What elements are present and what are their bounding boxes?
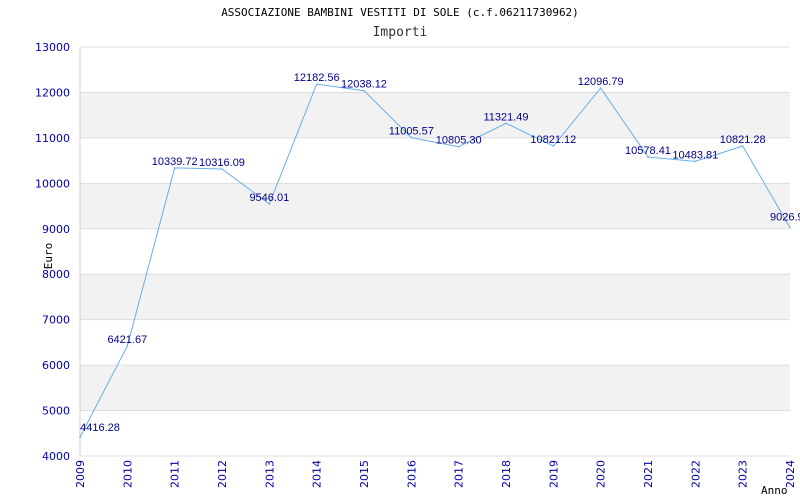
data-label: 9026.95: [770, 212, 800, 224]
data-label: 10578.41: [625, 145, 671, 157]
data-point: [789, 226, 791, 229]
grid-band: [80, 47, 790, 93]
y-tick-label: 6000: [42, 359, 70, 372]
x-tick-label: 2022: [689, 460, 702, 488]
data-label: 12182.56: [294, 72, 340, 84]
x-axis-ticks: 2009 2010 2011 2012 2013 2014 2015 2016 2017 2018…: [74, 460, 797, 488]
y-tick-label: 9000: [42, 223, 70, 236]
x-tick-label: 2021: [642, 460, 655, 488]
data-label: 11005.57: [389, 126, 434, 138]
grid-band: [80, 228, 790, 275]
grid-band: [80, 365, 790, 411]
y-tick-label: 7000: [42, 314, 70, 327]
x-tick-label: 2009: [74, 460, 87, 488]
data-label: 10483.81: [672, 149, 718, 161]
data-label: 9546.01: [249, 192, 289, 204]
x-tick-label: 2013: [263, 460, 276, 488]
x-tick-label: 2010: [121, 460, 134, 488]
x-tick-label: 2020: [595, 460, 608, 488]
x-tick-label: 2014: [311, 460, 324, 488]
data-label: 12096.79: [578, 76, 624, 88]
grid-band: [80, 92, 790, 138]
data-label: 6421.67: [107, 334, 147, 346]
data-label: 10339.72: [152, 156, 198, 168]
x-tick-label: 2012: [216, 460, 229, 488]
data-label: 10821.12: [530, 134, 576, 146]
data-label: 4416.28: [80, 422, 120, 434]
x-tick-label: 2015: [358, 460, 371, 488]
x-tick-label: 2017: [453, 460, 466, 488]
y-tick-label: 10000: [35, 177, 70, 190]
x-tick-label: 2023: [737, 460, 750, 488]
data-label: 10821.28: [720, 134, 766, 146]
grid-band: [80, 319, 790, 366]
y-tick-label: 12000: [35, 86, 70, 99]
data-label: 10316.09: [199, 157, 245, 169]
background-bands: [80, 47, 790, 456]
data-label: 10805.30: [436, 135, 482, 147]
grid-band: [80, 410, 790, 456]
y-axis-title: Euro: [42, 243, 55, 270]
x-tick-label: 2018: [500, 460, 513, 488]
y-tick-label: 11000: [35, 132, 70, 145]
x-tick-label: 2011: [169, 460, 182, 488]
y-tick-label: 13000: [35, 41, 70, 54]
y-tick-label: 5000: [42, 405, 70, 418]
x-tick-label: 2016: [405, 460, 418, 488]
y-tick-label: 4000: [42, 450, 70, 463]
x-axis-title: Anno: [761, 484, 788, 497]
grid-band: [80, 274, 790, 320]
data-point: [79, 436, 81, 438]
data-label: 12038.12: [341, 79, 387, 91]
line-chart: 4000500060007000800090001000011000120001…: [35, 41, 800, 497]
data-label: 11321.49: [483, 111, 528, 123]
x-tick-label: 2019: [547, 460, 560, 488]
grid-band: [80, 183, 790, 229]
